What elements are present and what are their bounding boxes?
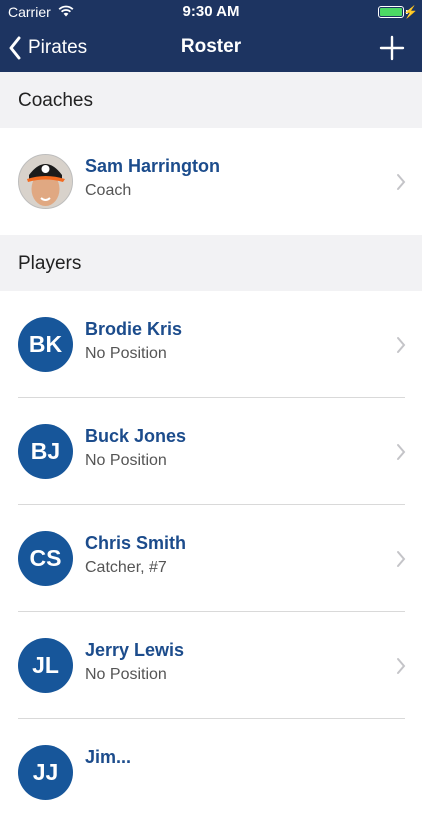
battery-icon xyxy=(378,6,404,18)
avatar-initials: BJ xyxy=(18,424,73,479)
section-header-coaches: Coaches xyxy=(0,72,422,128)
coach-row[interactable]: Sam Harrington Coach xyxy=(0,128,422,235)
back-button[interactable]: Pirates xyxy=(8,24,87,72)
add-icon[interactable] xyxy=(378,34,406,62)
avatar xyxy=(18,154,73,209)
avatar-initials: BK xyxy=(18,317,73,372)
player-name: Buck Jones xyxy=(85,426,187,446)
player-position: No Position xyxy=(85,345,167,362)
back-label: Pirates xyxy=(28,37,88,58)
chevron-left-icon xyxy=(9,36,21,60)
chevron-right-icon xyxy=(397,174,406,190)
section-header-players: Players xyxy=(0,235,422,291)
chevron-right-icon xyxy=(397,658,406,674)
player-name: Brodie Kris xyxy=(85,319,183,339)
player-position: No Position xyxy=(85,452,167,469)
chevron-right-icon xyxy=(397,551,406,567)
status-bar: Carrier 9:30 AM ⚡ xyxy=(0,0,422,24)
player-position: No Position xyxy=(85,666,167,683)
player-name: Jim... xyxy=(85,747,132,767)
player-row[interactable]: JJ Jim... xyxy=(0,719,422,826)
charging-icon: ⚡ xyxy=(403,5,418,19)
roster-list: Coaches Sam Harrington Coach Players BK … xyxy=(0,72,422,826)
player-row[interactable]: JL Jerry Lewis No Position xyxy=(0,612,422,719)
coach-name: Sam Harrington xyxy=(85,156,221,176)
player-position: Catcher, #7 xyxy=(85,559,167,576)
chevron-right-icon xyxy=(397,337,406,353)
navigation-bar: Pirates Roster xyxy=(0,24,422,72)
avatar-initials: JJ xyxy=(18,745,73,800)
player-row[interactable]: BJ Buck Jones No Position xyxy=(0,398,422,505)
player-row[interactable]: BK Brodie Kris No Position xyxy=(0,291,422,398)
player-name: Chris Smith xyxy=(85,533,187,553)
player-name: Jerry Lewis xyxy=(85,640,185,660)
chevron-right-icon xyxy=(397,444,406,460)
avatar-initials: JL xyxy=(18,638,73,693)
coach-photo xyxy=(19,155,72,208)
clock: 9:30 AM xyxy=(182,3,240,20)
coach-role: Coach xyxy=(85,182,132,199)
player-row[interactable]: CS Chris Smith Catcher, #7 xyxy=(0,505,422,612)
avatar-initials: CS xyxy=(18,531,73,586)
